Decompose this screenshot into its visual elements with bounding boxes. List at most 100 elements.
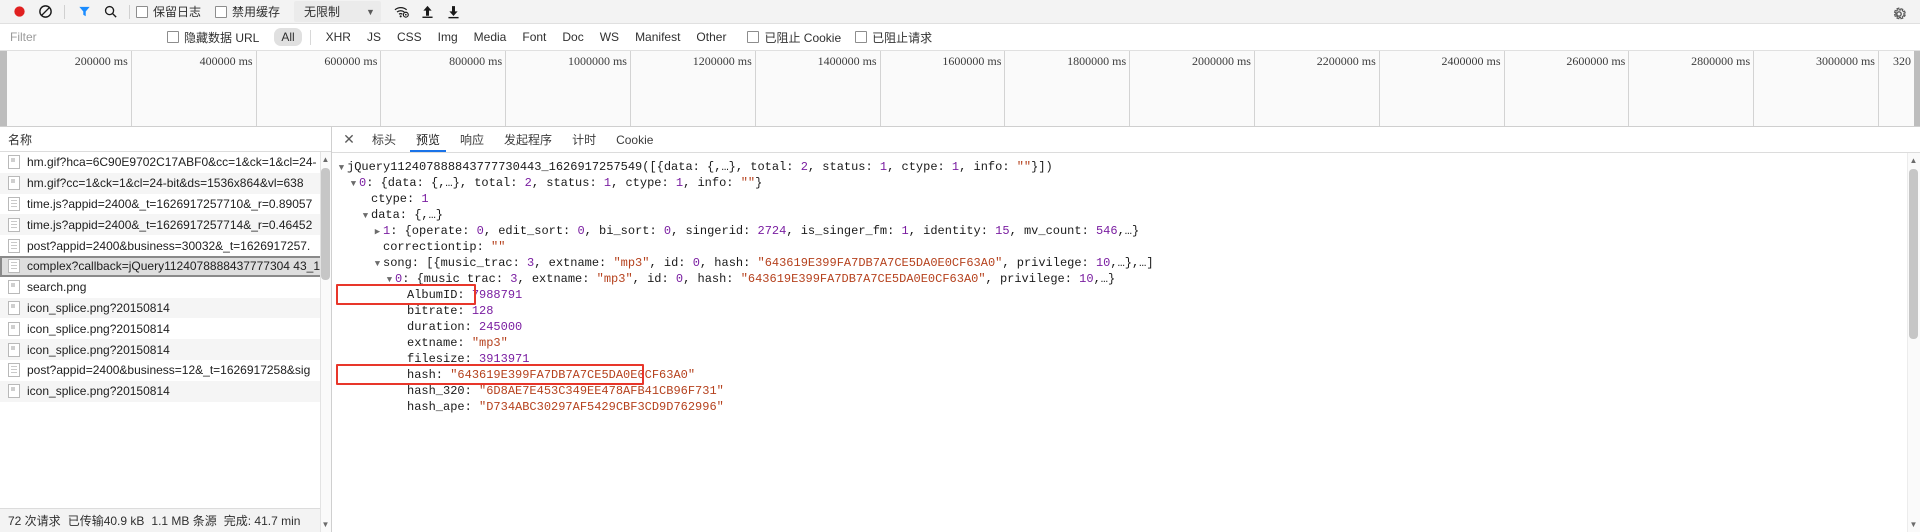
close-x-icon[interactable]: ✕	[336, 127, 362, 152]
wifi-settings-icon[interactable]	[389, 1, 415, 23]
request-row[interactable]: icon_splice.png?20150814	[0, 297, 331, 319]
json-preview-line[interactable]: ▶ 1: {operate: 0, edit_sort: 0, bi_sort: …	[332, 223, 1920, 239]
json-preview-line[interactable]: bitrate: 128	[332, 303, 1920, 319]
overview-right-resize-handle[interactable]	[1914, 51, 1920, 126]
json-preview-line[interactable]: correctiontip: ""	[332, 239, 1920, 255]
preserve-log-checkbox[interactable]: 保留日志	[136, 3, 201, 20]
throttling-dropdown[interactable]: 无限制 ▼	[294, 1, 381, 22]
request-row[interactable]: time.js?appid=2400&_t=1626917257710&_r=0…	[0, 194, 331, 215]
disclosure-expanded-icon[interactable]: ▼	[360, 208, 371, 224]
request-row[interactable]: time.js?appid=2400&_t=1626917257714&_r=0…	[0, 214, 331, 236]
image-file-icon	[8, 321, 20, 336]
disclosure-expanded-icon[interactable]: ▼	[384, 272, 395, 288]
json-preview-line[interactable]: hash_320: "6D8AE7E453C349EE478AFB41CB96F…	[332, 383, 1920, 399]
filter-type-img[interactable]: Img	[431, 28, 465, 46]
funnel-filter-icon[interactable]	[71, 1, 97, 23]
overview-tick-label: 2800000 ms	[1691, 54, 1751, 68]
filter-type-css[interactable]: CSS	[390, 28, 429, 46]
tab-response[interactable]: 响应	[450, 127, 494, 152]
record-circle-icon[interactable]	[6, 1, 32, 23]
blocked-cookies-checkbox[interactable]: 已阻止 Cookie	[747, 29, 841, 46]
disable-cache-checkbox[interactable]: 禁用缓存	[215, 3, 280, 20]
json-preview-line-text: 1: {operate: 0, edit_sort: 0, bi_sort: 0…	[383, 224, 1140, 238]
image-file-icon	[8, 280, 20, 295]
overview-tick-label: 400000 ms	[199, 54, 253, 68]
overview-tick-label: 200000 ms	[74, 54, 128, 68]
tab-timing[interactable]: 计时	[562, 127, 606, 152]
request-row[interactable]: search.png	[0, 277, 331, 298]
request-row[interactable]: hm.gif?cc=1&ck=1&cl=24-bit&ds=1536x864&v…	[0, 172, 331, 194]
json-preview-line[interactable]: ▼ jQuery112407888843777730443_16269172575…	[332, 159, 1920, 175]
json-preview-line[interactable]: ▼ 0: {music trac: 3, extname: "mp3", id: …	[332, 271, 1920, 287]
clear-no-entry-icon[interactable]	[32, 1, 58, 23]
overview-tick-segment: 1600000 ms	[881, 51, 1006, 126]
preview-scroll-down-arrow-icon[interactable]: ▼	[1909, 518, 1918, 531]
overview-tick-segment: 2600000 ms	[1505, 51, 1630, 126]
json-preview-line[interactable]: ctype: 1	[332, 191, 1920, 207]
request-list-scrollbar[interactable]: ▲ ▼	[320, 152, 331, 532]
json-preview-line[interactable]: ▼ 0: {data: {,…}, total: 2, status: 1, ct…	[332, 175, 1920, 191]
overview-left-resize-handle[interactable]	[0, 51, 7, 126]
filter-type-ws[interactable]: WS	[593, 28, 626, 46]
filter-type-js[interactable]: JS	[360, 28, 388, 46]
tab-preview[interactable]: 预览	[406, 127, 450, 152]
json-preview-line[interactable]: hash_ape: "D734ABC30297AF5429CBF3CD9D762…	[332, 399, 1920, 415]
json-preview-line[interactable]: ▼ song: [{music_trac: 3, extname: "mp3", …	[332, 255, 1920, 271]
request-row[interactable]: hm.gif?hca=6C90E9702C17ABF0&cc=1&ck=1&cl…	[0, 152, 331, 173]
json-preview-line-text: song: [{music_trac: 3, extname: "mp3", i…	[383, 256, 1154, 270]
filter-type-other[interactable]: Other	[689, 28, 733, 46]
json-preview-line[interactable]: hash: "643619E399FA7DB7A7CE5DA0E0CF63A0"	[332, 367, 1920, 383]
filter-type-doc[interactable]: Doc	[555, 28, 590, 46]
json-preview-viewer[interactable]: ▼ jQuery112407888843777730443_16269172575…	[332, 153, 1920, 532]
scroll-down-arrow-icon[interactable]: ▼	[321, 518, 330, 531]
preview-scroll-up-arrow-icon[interactable]: ▲	[1909, 154, 1918, 167]
filter-type-manifest[interactable]: Manifest	[628, 28, 687, 46]
disclosure-expanded-icon[interactable]: ▼	[336, 160, 347, 176]
preview-scroll-thumb[interactable]	[1909, 169, 1918, 339]
disclosure-collapsed-icon[interactable]: ▶	[372, 224, 383, 240]
request-row[interactable]: icon_splice.png?20150814	[0, 318, 331, 339]
gear-settings-icon[interactable]	[1886, 3, 1912, 25]
tab-initiator[interactable]: 发起程序	[494, 127, 562, 152]
json-preview-line[interactable]: duration: 245000	[332, 319, 1920, 335]
preview-scrollbar[interactable]: ▲ ▼	[1907, 153, 1920, 532]
tab-cookies[interactable]: Cookie	[606, 127, 663, 152]
disclosure-expanded-icon[interactable]: ▼	[348, 176, 359, 192]
blocked-requests-box[interactable]	[855, 31, 868, 43]
overview-tick-label: 3000000 ms	[1815, 54, 1875, 68]
request-row[interactable]: complex?callback=jQuery11240788884377773…	[0, 255, 331, 277]
request-row[interactable]: icon_splice.png?20150814	[0, 380, 331, 402]
filter-type-font[interactable]: Font	[515, 28, 553, 46]
upload-arrow-icon[interactable]	[415, 1, 441, 23]
filter-type-media[interactable]: Media	[467, 28, 514, 46]
scroll-up-arrow-icon[interactable]: ▲	[321, 153, 330, 166]
request-list-column-header[interactable]: 名称	[0, 127, 331, 152]
request-list-scroll-thumb[interactable]	[321, 168, 330, 280]
download-arrow-icon[interactable]	[441, 1, 467, 23]
request-row[interactable]: post?appid=2400&business=30032&_t=162691…	[0, 235, 331, 256]
chevron-down-icon[interactable]: ▼	[366, 7, 375, 17]
overview-ruler-track[interactable]: 200000 ms 400000 ms 600000 ms 800000 ms 1000…	[7, 51, 1914, 171]
network-overview-timeline[interactable]: 200000 ms 400000 ms 600000 ms 800000 ms 1000…	[0, 51, 1920, 171]
tab-headers[interactable]: 标头	[362, 127, 406, 152]
request-list[interactable]: hm.gif?hca=6C90E9702C17ABF0&cc=1&ck=1&cl…	[0, 152, 331, 508]
blocked-requests-checkbox[interactable]: 已阻止请求	[855, 29, 932, 46]
request-row[interactable]: icon_splice.png?20150814	[0, 339, 331, 360]
preserve-log-box[interactable]	[136, 5, 148, 18]
request-detail-pane: ✕ 标头 预览 响应 发起程序 计时 Cookie ▼ jQuery1124078…	[332, 127, 1920, 532]
search-magnifier-icon[interactable]	[97, 1, 123, 23]
filter-input[interactable]	[8, 29, 167, 45]
hide-data-urls-checkbox[interactable]: 隐藏数据 URL	[167, 29, 259, 46]
json-preview-line[interactable]: extname: "mp3"	[332, 335, 1920, 351]
disclosure-expanded-icon[interactable]: ▼	[372, 256, 383, 272]
json-preview-line[interactable]: AlbumID: 7988791	[332, 287, 1920, 303]
blocked-cookies-box[interactable]	[747, 31, 760, 43]
json-preview-line[interactable]: ▼ data: {,…}	[332, 207, 1920, 223]
filter-type-all[interactable]: All	[274, 28, 302, 46]
json-preview-line[interactable]: filesize: 3913971	[332, 351, 1920, 367]
disable-cache-box[interactable]	[215, 5, 228, 18]
hide-data-urls-box[interactable]	[167, 31, 179, 43]
filter-type-xhr[interactable]: XHR	[319, 28, 358, 46]
request-row[interactable]: post?appid=2400&business=12&_t=162691725…	[0, 360, 331, 381]
